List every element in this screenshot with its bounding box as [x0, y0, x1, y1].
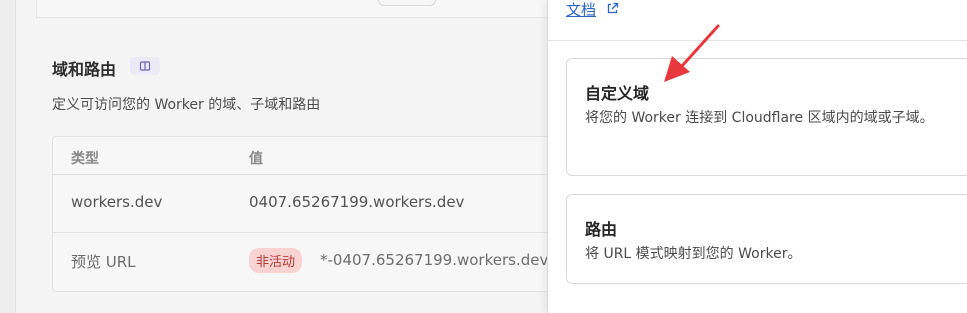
header-type: 类型 — [71, 151, 99, 167]
table-row[interactable]: workers.dev 0407.65267199.workers.dev — [53, 175, 571, 233]
left-rail — [0, 0, 16, 313]
table-row[interactable]: 预览 URL 非活动 *-0407.65267199.workers.dev — [53, 233, 571, 291]
section-description: 定义可访问您的 Worker 的域、子域和路由 — [52, 97, 321, 113]
drawer-divider — [548, 40, 967, 41]
header-value: 值 — [249, 151, 263, 167]
row-value: *-0407.65267199.workers.dev — [320, 251, 549, 269]
option-description: 将 URL 模式映射到您的 Worker。 — [585, 246, 802, 262]
option-title: 路由 — [585, 220, 618, 239]
section-title: 域和路由 — [52, 60, 117, 79]
row-value: 0407.65267199.workers.dev — [249, 193, 465, 211]
routes-table: 类型 值 workers.dev 0407.65267199.workers.d… — [52, 136, 572, 292]
docs-link[interactable]: 文档 — [566, 0, 596, 20]
row-type: workers.dev — [71, 193, 163, 211]
option-title: 自定义域 — [585, 84, 650, 103]
book-icon[interactable] — [130, 57, 160, 75]
add-route-drawer: 文档 自定义域 将您的 Worker 连接到 Cloudflare 区域内的域或… — [547, 0, 967, 313]
custom-domain-option[interactable]: 自定义域 将您的 Worker 连接到 Cloudflare 区域内的域或子域。 — [566, 58, 967, 176]
book-icon-glyph — [139, 61, 151, 71]
row-type: 预览 URL — [71, 253, 136, 271]
top-button[interactable] — [378, 0, 436, 6]
status-badge: 非活动 — [249, 248, 303, 273]
route-option[interactable]: 路由 将 URL 模式映射到您的 Worker。 — [566, 194, 967, 284]
option-description: 将您的 Worker 连接到 Cloudflare 区域内的域或子域。 — [585, 110, 934, 126]
external-link-icon[interactable] — [606, 2, 619, 15]
top-card — [36, 0, 576, 18]
table-header: 类型 值 — [53, 137, 571, 175]
